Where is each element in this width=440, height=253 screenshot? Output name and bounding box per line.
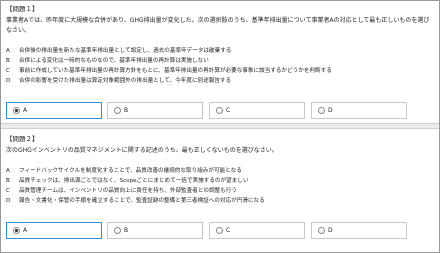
question-2-title: 【問題２】 (6, 135, 39, 143)
choice-text: フィードバックサイクルを制度化することで、品質改善の継続的な取り組みが可能となる (19, 168, 242, 174)
answer-option-c[interactable]: C (209, 222, 305, 239)
answer-option-d[interactable]: D (311, 102, 407, 119)
radio-icon[interactable] (114, 107, 121, 114)
question-1-choices: A 合併後の排出量を新たな基準年排出量として設定し、過去の基準年データは破棄する… (6, 46, 436, 86)
answer-label: A (23, 107, 28, 114)
answer-option-d[interactable]: D (311, 222, 407, 239)
question-2-answer-group: A B C D (6, 222, 436, 239)
choice-text: 合併の影響を受けた排出量は算定対象範囲外の排出量として、今年度に別途報告する (19, 78, 232, 84)
choice-letter: C (6, 68, 10, 74)
question-1-choice-a: A 合併後の排出量を新たな基準年排出量として設定し、過去の基準年データは破棄する (6, 46, 436, 56)
question-2-text: 次のGHGインベントリの品質マネジメントに関する記述のうち、最も正しくないものを… (6, 147, 278, 154)
radio-icon[interactable] (216, 227, 223, 234)
question-1-choice-c: C 事前に作成していた基準年排出量の再計算方針をもとに、基準年排出量の再計算が必… (6, 66, 436, 76)
question-1-choice-d: D 合併の影響を受けた排出量は算定対象範囲外の排出量として、今年度に別途報告する (6, 76, 436, 86)
quiz-panel: 【問題１】 事業者Aでは、昨年度に大規模な合併があり、GHG排出量が変化した。次… (0, 0, 440, 253)
answer-label: C (226, 227, 231, 234)
question-1: 【問題１】 事業者Aでは、昨年度に大規模な合併があり、GHG排出量が変化した。次… (1, 1, 439, 123)
choice-text: 合併による変化は一時的なものなので、基準年排出量の再計算は実施しない (19, 58, 209, 64)
choice-letter: B (6, 58, 10, 64)
radio-icon[interactable] (318, 107, 325, 114)
choice-text: 品質チェックは、排出源ごとではなく、Scopeごとにまとめて一括で実施するのが望… (19, 178, 249, 184)
answer-label: B (124, 107, 129, 114)
answer-label: B (124, 227, 129, 234)
question-1-choice-b: B 合併による変化は一時的なものなので、基準年排出量の再計算は実施しない (6, 56, 436, 66)
choice-text: 合併後の排出量を新たな基準年排出量として設定し、過去の基準年データは破棄する (19, 48, 232, 54)
answer-label: C (226, 107, 231, 114)
radio-icon[interactable] (216, 107, 223, 114)
radio-icon[interactable] (13, 107, 20, 114)
choice-letter: D (6, 198, 11, 204)
question-1-title: 【問題１】 (6, 5, 39, 13)
question-2: 【問題２】 次のGHGインベントリの品質マネジメントに関する記述のうち、最も正し… (1, 123, 439, 253)
answer-option-b[interactable]: B (107, 102, 203, 119)
question-2-choice-d: D 報告・文書化・保管の手順を確立することで、監査証跡の整備と第三者検証への対応… (6, 196, 436, 206)
answer-label: A (23, 227, 28, 234)
answer-option-a[interactable]: A (6, 222, 102, 239)
question-2-choice-a: A フィードバックサイクルを制度化することで、品質改善の継続的な取り組みが可能と… (6, 166, 436, 176)
radio-icon[interactable] (13, 227, 20, 234)
choice-letter: D (6, 78, 11, 84)
choice-text: 事前に作成していた基準年排出量の再計算方針をもとに、基準年排出量の再計算が必要な… (19, 68, 332, 74)
radio-icon[interactable] (318, 227, 325, 234)
radio-icon[interactable] (114, 227, 121, 234)
choice-text: 品質管理チームは、インベントリの品質向上に責任を持ち、外部監査者との調整も行う (19, 188, 237, 194)
answer-label: D (328, 227, 333, 234)
answer-option-b[interactable]: B (107, 222, 203, 239)
choice-text: 報告・文書化・保管の手順を確立することで、監査証跡の整備と第三者検証への対応が円… (19, 198, 265, 204)
choice-letter: B (6, 178, 10, 184)
choice-letter: A (6, 48, 10, 54)
answer-label: D (328, 107, 333, 114)
answer-option-c[interactable]: C (209, 102, 305, 119)
choice-letter: C (6, 188, 10, 194)
question-1-answer-group: A B C D (6, 102, 436, 119)
question-2-choice-c: C 品質管理チームは、インベントリの品質向上に責任を持ち、外部監査者との調整も行… (6, 186, 436, 196)
question-2-choice-b: B 品質チェックは、排出源ごとではなく、Scopeごとにまとめて一括で実施するの… (6, 176, 436, 186)
question-2-choices: A フィードバックサイクルを制度化することで、品質改善の継続的な取り組みが可能と… (6, 166, 436, 206)
choice-letter: A (6, 168, 10, 174)
answer-option-a[interactable]: A (6, 102, 102, 119)
question-1-text: 事業者Aでは、昨年度に大規模な合併があり、GHG排出量が変化した。次の選択肢のう… (6, 17, 430, 34)
